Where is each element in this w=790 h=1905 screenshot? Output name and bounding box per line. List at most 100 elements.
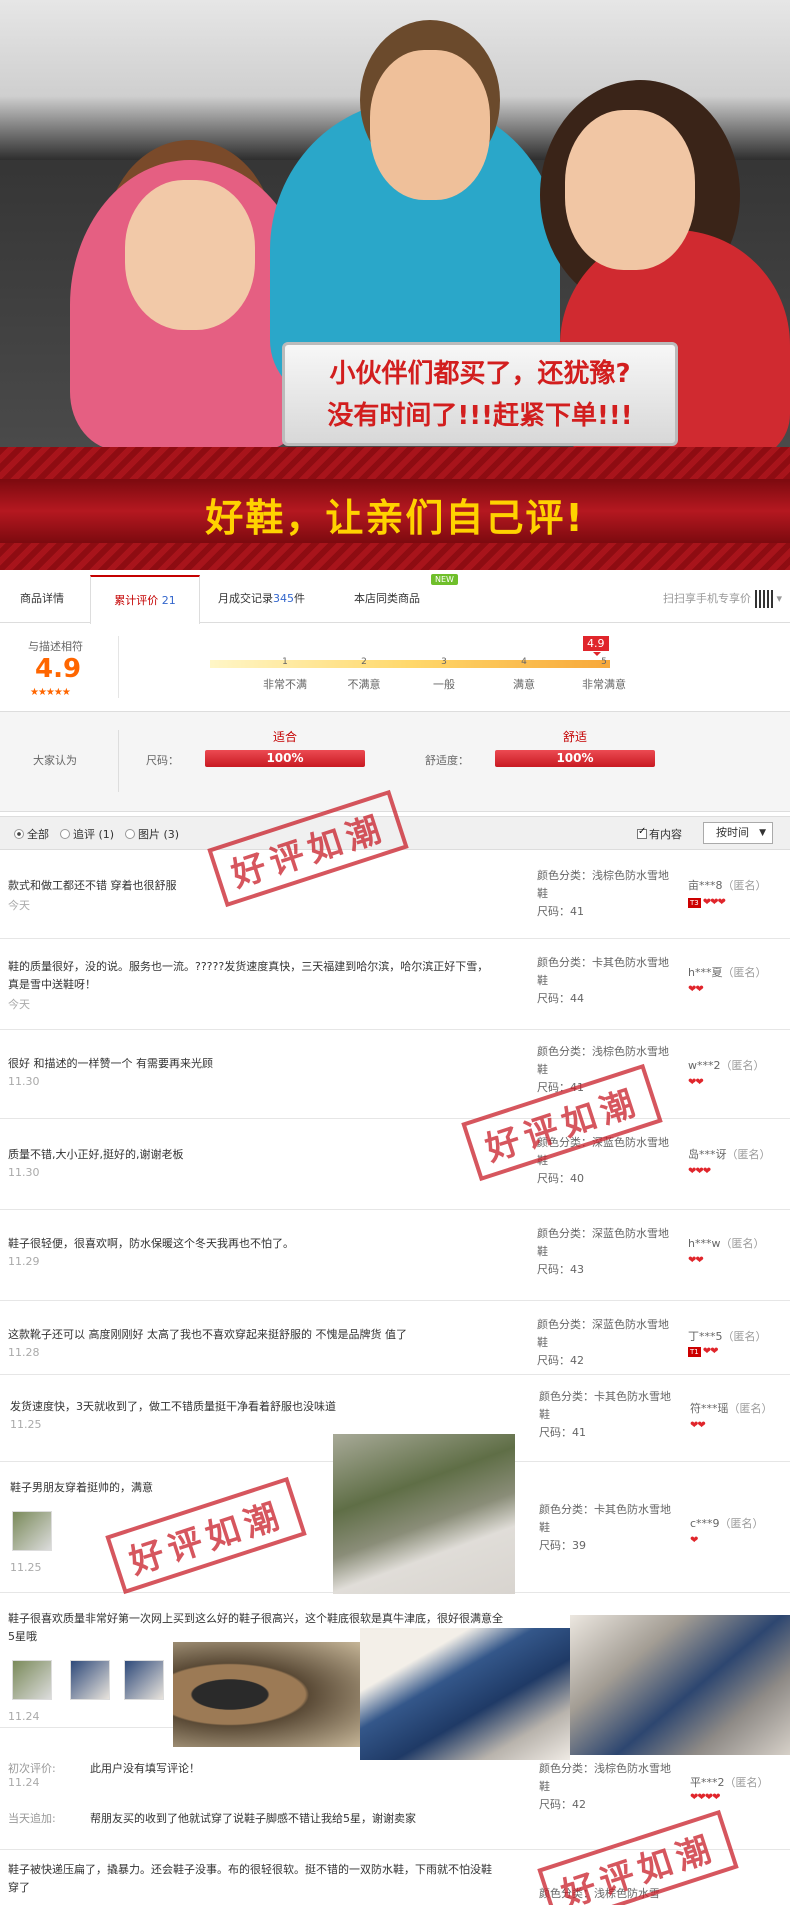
follow-review-label: 当天追加: (8, 1812, 56, 1825)
review-photo-expanded[interactable] (570, 1615, 790, 1755)
user-anon: （匿名） (719, 1517, 764, 1530)
filter-label: 全部 (27, 828, 49, 841)
filter-follow[interactable]: 追评 (1) (60, 826, 114, 842)
scale-label: 非常不满 (263, 678, 307, 691)
tab-product-detail[interactable]: 商品详情 (10, 575, 74, 623)
review-user: 符***瑶（匿名） (690, 1400, 773, 1416)
review-user: 亩***8（匿名） (688, 877, 767, 893)
user-name: 符***瑶 (690, 1402, 729, 1415)
scan-label: 扫扫享手机专享价 (662, 592, 751, 605)
review-color: 颜色分类：卡其色防水雪地鞋 (539, 1390, 671, 1421)
scale-label: 非常满意 (582, 678, 626, 691)
radio-icon (60, 829, 70, 839)
review-meta: 颜色分类：卡其色防水雪地鞋 尺码：39 (539, 1501, 679, 1555)
tab-similar-products[interactable]: 本店同类商品 (344, 575, 430, 623)
review-content: 鞋子很轻便，很喜欢啊，防水保暖这个冬天我再也不怕了。 (8, 1237, 294, 1250)
review-photo-expanded[interactable] (173, 1642, 363, 1747)
review-date: 11.24 (8, 1710, 40, 1723)
new-badge: NEW (431, 574, 458, 585)
user-name: w***2 (688, 1059, 721, 1072)
slogan-band: 好鞋，让亲们自己评! (0, 447, 790, 570)
user-anon: （匿名） (720, 1059, 765, 1072)
tab-count: 21 (161, 594, 176, 607)
scale-label: 满意 (513, 678, 535, 691)
mobile-scan-link[interactable]: 扫扫享手机专享价 ▾ (663, 590, 782, 608)
hero-line-1: 小伙伴们都买了，还犹豫? (329, 359, 631, 389)
review-content: 鞋的质量很好，没的说。服务也一流。?????发货速度真快，三天福建到哈尔滨，哈尔… (8, 960, 489, 991)
sort-select[interactable]: 按时间 ▼ (703, 822, 773, 844)
review-thumbnail[interactable] (12, 1511, 52, 1551)
level-badge: T1 (688, 1347, 701, 1357)
review-size: 尺码：43 (537, 1263, 584, 1276)
hero-callout: 小伙伴们都买了，还犹豫? 没有时间了!!!赶紧下单!!! (282, 342, 678, 446)
review-content: 质量不错,大小正好,挺好的,谢谢老板 (8, 1148, 184, 1161)
review-user: c***9（匿名） (690, 1515, 764, 1531)
review-item: 这款靴子还可以 高度刚刚好 太高了我也不喜欢穿起来挺舒服的 不愧是品牌货 值了 … (0, 1302, 790, 1375)
review-size: 尺码：40 (537, 1172, 584, 1185)
first-review-label: 初次评价: (8, 1762, 56, 1775)
review-thumbnail[interactable] (124, 1660, 164, 1700)
hero-line-2: 没有时间了!!!赶紧下单!!! (327, 401, 633, 431)
user-level: T1 ❤❤ (688, 1346, 718, 1357)
review-item: 质量不错,大小正好,挺好的,谢谢老板 11.30 颜色分类：深蓝色防水雪地鞋 尺码… (0, 1120, 790, 1210)
review-thumbnail[interactable] (12, 1660, 52, 1700)
user-anon: （匿名） (722, 1330, 767, 1343)
review-color: 颜色分类：浅棕色防水雪地鞋 (539, 1762, 671, 1793)
review-content: 鞋子被快递压扁了，撬暴力。还会鞋子没事。布的很轻很软。挺不错的一双防水鞋，下雨就… (8, 1863, 492, 1894)
user-name: h***w (688, 1237, 721, 1250)
filter-label: 追评 (1) (73, 828, 115, 841)
user-anon: （匿名） (726, 1148, 771, 1161)
review-user: w***2（匿名） (688, 1057, 765, 1073)
hero-person-center-face (370, 50, 490, 200)
checkbox-icon (637, 826, 647, 839)
review-date: 11.25 (10, 1418, 42, 1431)
scale-tick: 4 (521, 657, 527, 667)
scale-tick: 1 (282, 657, 288, 667)
review-user: 岛***讶（匿名） (688, 1146, 771, 1162)
review-size: 尺码：39 (539, 1539, 586, 1552)
user-level: ❤❤❤ (688, 1166, 711, 1177)
review-photo-expanded[interactable] (333, 1434, 515, 1594)
review-user: h***w（匿名） (688, 1235, 764, 1251)
qr-code-icon (754, 590, 773, 608)
level-badge: T3 (688, 898, 701, 908)
attr-bar-comfort: 100% (495, 750, 655, 767)
review-item: 鞋的质量很好，没的说。服务也一流。?????发货速度真快，三天福建到哈尔滨，哈尔… (0, 940, 790, 1030)
rating-score: 4.9 (35, 654, 82, 684)
review-color: 颜色分类：浅棕色防水雪地鞋 (537, 1045, 669, 1076)
radio-icon (125, 829, 135, 839)
review-item: 很好 和描述的一样赞一个 有需要再来光顾 11.30 颜色分类：浅棕色防水雪地鞋… (0, 1031, 790, 1119)
tab-label: 商品详情 (20, 592, 64, 605)
review-meta: 颜色分类：深蓝色防水雪地鞋 尺码：43 (537, 1225, 677, 1279)
chevron-down-icon: ▾ (776, 592, 782, 605)
review-meta: 颜色分类：浅棕色防水雪地鞋尺码：42 (539, 1760, 679, 1814)
tab-reviews[interactable]: 累计评价 21 (90, 575, 200, 624)
user-level: ❤❤ (688, 1077, 704, 1088)
review-meta: 颜色分类：深蓝色防水雪地鞋 尺码：42 (537, 1316, 677, 1370)
heart-icon: ❤❤ (690, 1420, 706, 1431)
review-date: 11.24 (8, 1776, 40, 1789)
user-level: ❤ (690, 1535, 698, 1546)
review-meta: 颜色分类：卡其色防水雪地鞋 尺码：44 (537, 954, 677, 1008)
radio-icon (14, 829, 24, 839)
review-size: 尺码：44 (537, 992, 584, 1005)
review-photo-expanded[interactable] (360, 1628, 570, 1760)
review-size: 尺码：42 (539, 1798, 586, 1811)
hero-banner: 小伙伴们都买了，还犹豫? 没有时间了!!!赶紧下单!!! (0, 0, 790, 447)
filter-has-content[interactable]: 有内容 (637, 826, 682, 842)
tab-monthly-sales[interactable]: 月成交记录345件 (208, 575, 315, 623)
filter-all[interactable]: 全部 (14, 826, 49, 842)
heart-icon: ❤❤❤ (688, 1166, 711, 1177)
filter-pics[interactable]: 图片 (3) (125, 826, 179, 842)
heart-icon: ❤❤ (688, 984, 704, 995)
filter-label: 图片 (3) (138, 828, 180, 841)
heart-icon: ❤❤ (688, 1255, 704, 1266)
attr-title-size: 适合 (272, 730, 297, 744)
attr-title-comfort: 舒适 (562, 730, 587, 744)
tab-label: 本店同类商品 (354, 592, 420, 605)
review-thumbnail[interactable] (70, 1660, 110, 1700)
scale-label: 一般 (433, 678, 455, 691)
attr-name-comfort: 舒适度： (425, 754, 469, 767)
opinion-label: 大家认为 (33, 754, 77, 767)
user-name: 亩***8 (688, 879, 723, 892)
